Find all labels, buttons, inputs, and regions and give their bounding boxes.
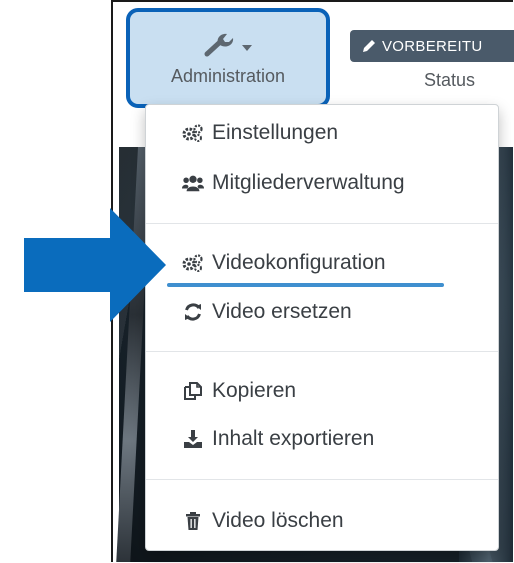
menu-divider — [146, 351, 498, 352]
menu-item-label: Video ersetzen — [212, 300, 352, 323]
administration-button[interactable]: Administration — [126, 8, 330, 108]
chevron-down-icon — [242, 44, 252, 51]
status-badge[interactable]: VORBEREITU — [350, 30, 514, 62]
refresh-icon — [182, 301, 204, 323]
menu-item-einstellungen[interactable]: Einstellungen — [182, 121, 338, 145]
menu-item-label: Inhalt exportieren — [212, 427, 375, 450]
menu-item-inhalt-exportieren[interactable]: Inhalt exportieren — [182, 427, 374, 451]
menu-item-kopieren[interactable]: Kopieren — [182, 379, 296, 403]
administration-label: Administration — [170, 65, 286, 86]
administration-icon-row — [204, 32, 252, 58]
pencil-icon — [363, 40, 375, 52]
menu-item-label: Einstellungen — [212, 121, 339, 144]
status-badge-text: VORBEREITU — [382, 37, 483, 55]
menu-item-label: Mitgliederverwaltung — [212, 171, 405, 194]
pointer-arrow — [24, 208, 166, 322]
copy-icon — [182, 380, 204, 402]
gears-icon — [182, 252, 204, 274]
menu-divider — [146, 223, 498, 224]
gears-icon — [182, 122, 204, 144]
status-label: Status — [424, 70, 476, 90]
menu-divider — [146, 479, 498, 480]
users-icon — [182, 172, 204, 194]
menu-item-mitgliederverwaltung[interactable]: Mitgliederverwaltung — [182, 171, 405, 195]
menu-item-label: Kopieren — [212, 379, 297, 402]
highlight-underline — [167, 283, 444, 287]
download-icon — [182, 428, 204, 450]
menu-item-video-ersetzen[interactable]: Video ersetzen — [182, 300, 352, 324]
menu-item-label: Video löschen — [212, 509, 344, 532]
trash-icon — [182, 510, 204, 532]
menu-item-videokonfiguration[interactable]: Videokonfiguration — [182, 251, 386, 275]
administration-dropdown-menu: Einstellungen Mitgliederverwaltung Video… — [145, 104, 499, 551]
wrench-icon — [204, 33, 234, 56]
menu-item-video-loeschen[interactable]: Video löschen — [182, 509, 344, 533]
menu-item-label: Videokonfiguration — [212, 251, 386, 274]
